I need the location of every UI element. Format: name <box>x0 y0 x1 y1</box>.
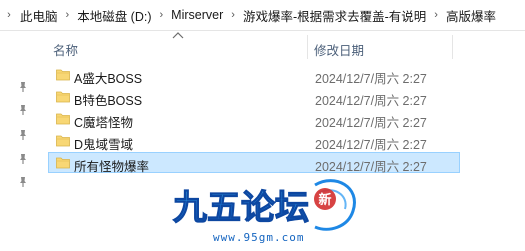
column-name-header[interactable]: 名称 <box>53 40 78 59</box>
breadcrumb-item-mirserver[interactable]: Mirserver <box>169 8 225 22</box>
list-item[interactable]: A盛大BOSS 2024/12/7/周六 2:27 <box>48 64 460 86</box>
file-name: A盛大BOSS <box>74 72 143 86</box>
breadcrumb-item-local-disk[interactable]: 本地磁盘 (D:) <box>75 6 153 25</box>
pin-icon[interactable] <box>17 176 29 188</box>
file-modified-date: 2024/12/7/周六 2:27 <box>315 94 427 108</box>
column-header: 名称 修改日期 <box>48 31 518 61</box>
folder-icon <box>56 157 70 169</box>
column-divider[interactable] <box>452 35 453 59</box>
chevron-right-icon[interactable]: › <box>60 9 76 21</box>
folder-icon <box>56 69 70 81</box>
file-list: A盛大BOSS 2024/12/7/周六 2:27 B特色BOSS 2024/1… <box>48 64 460 174</box>
chevron-right-icon[interactable]: › <box>154 9 170 21</box>
folder-icon <box>56 91 70 103</box>
file-name: 所有怪物爆率 <box>74 160 150 174</box>
breadcrumb: › 此电脑 › 本地磁盘 (D:) › Mirserver › 游戏爆率-根据需… <box>0 0 525 31</box>
pin-icon[interactable] <box>17 153 29 165</box>
chevron-right-icon[interactable]: › <box>225 9 241 21</box>
column-divider[interactable] <box>307 35 308 59</box>
sort-up-icon <box>172 32 184 39</box>
list-item[interactable]: D鬼域雪域 2024/12/7/周六 2:27 <box>48 130 460 152</box>
column-modified-header[interactable]: 修改日期 <box>314 40 364 59</box>
folder-icon <box>56 113 70 125</box>
file-modified-date: 2024/12/7/周六 2:27 <box>315 116 427 130</box>
file-name: C魔塔怪物 <box>74 116 134 130</box>
logo-badge: 新 <box>318 192 331 208</box>
file-name: D鬼域雪域 <box>74 138 134 152</box>
pin-icon[interactable] <box>17 81 29 93</box>
logo-url: www.95gm.com <box>213 231 304 244</box>
navigation-pane <box>0 31 40 251</box>
list-item[interactable]: C魔塔怪物 2024/12/7/周六 2:27 <box>48 108 460 130</box>
file-name: B特色BOSS <box>74 94 143 108</box>
pin-icon[interactable] <box>17 104 29 116</box>
file-modified-date: 2024/12/7/周六 2:27 <box>315 138 427 152</box>
file-modified-date: 2024/12/7/周六 2:27 <box>315 160 427 174</box>
list-item[interactable]: B特色BOSS 2024/12/7/周六 2:27 <box>48 86 460 108</box>
breadcrumb-item-this-pc[interactable]: 此电脑 <box>18 6 60 25</box>
breadcrumb-item-drop-rate-folder[interactable]: 游戏爆率-根据需求去覆盖-有说明 <box>241 6 428 25</box>
file-explorer-window: › 此电脑 › 本地磁盘 (D:) › Mirserver › 游戏爆率-根据需… <box>0 0 525 251</box>
watermark-logo: 九五论坛 新 www.95gm.com <box>172 179 356 244</box>
chevron-right-icon[interactable]: › <box>428 9 444 21</box>
file-modified-date: 2024/12/7/周六 2:27 <box>315 72 427 86</box>
pin-icon[interactable] <box>17 129 29 141</box>
list-item-selected[interactable]: 所有怪物爆率 2024/12/7/周六 2:27 <box>48 152 460 174</box>
breadcrumb-item-current-folder[interactable]: 高版爆率 <box>444 6 498 25</box>
chevron-right-icon[interactable]: › <box>0 9 18 21</box>
folder-icon <box>56 135 70 147</box>
logo-text: 九五论坛 <box>173 188 309 228</box>
